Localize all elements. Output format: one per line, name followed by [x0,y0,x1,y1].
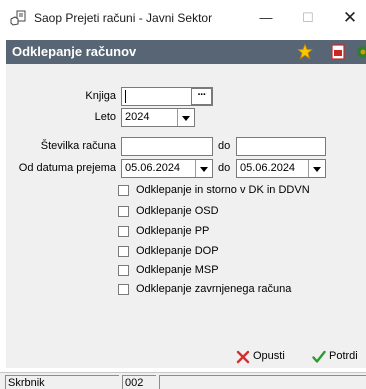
datum-do-label: do [218,162,231,174]
knjiga-input[interactable]: ··· [121,87,213,106]
cancel-label: Opusti [253,350,285,362]
x-icon [236,350,250,364]
ok-label: Potrdi [329,350,358,362]
chevron-down-icon[interactable] [308,160,325,177]
chevron-down-icon[interactable] [177,109,194,126]
status-bar: Skrbnik 002 [0,372,366,389]
checkbox-box[interactable] [118,246,129,257]
window-title: Saop Prejeti računi - Javni Sektor [34,11,213,25]
checkbox-label: Odklepanje zavrnjenega računa [136,283,292,295]
status-user: Skrbnik [5,375,119,389]
plugin-icon[interactable] [355,44,366,60]
status-extra [159,375,366,389]
dialog-title: Odklepanje računov [12,44,137,59]
leto-select[interactable]: 2024 [121,108,195,127]
maximize-button[interactable]: ☐ [288,4,328,32]
stevilka-label: Številka računa [40,140,116,152]
star-icon[interactable] [297,43,313,60]
text-caret [125,90,126,103]
checkbox-label: Odklepanje in storno v DK in DDVN [136,184,310,196]
knjiga-browse-button[interactable]: ··· [191,88,212,105]
stevilka-from-input[interactable] [121,137,213,156]
datum-from-select[interactable]: 05.06.2024 [121,159,213,178]
checkbox-box[interactable] [118,265,129,276]
checkbox-label: Odklepanje PP [136,225,210,237]
leto-label: Leto [94,111,116,123]
stevilka-to-input[interactable] [236,137,326,156]
checkbox-box[interactable] [118,185,129,196]
checkbox-label: Odklepanje OSD [136,205,219,217]
datum-label: Od datuma prejema [18,162,116,174]
checkbox-label: Odklepanje MSP [136,264,219,276]
checkbox-box[interactable] [118,206,129,217]
stevilka-do-label: do [218,140,231,152]
status-code: 002 [122,375,156,389]
window-titlebar[interactable]: Saop Prejeti računi - Javni Sektor — ☐ ✕ [0,0,366,36]
pdf-icon[interactable] [331,44,345,60]
checkbox-box[interactable] [118,284,129,295]
dialog-header: Odklepanje računov [6,40,366,64]
checkbox-label: Odklepanje DOP [136,245,219,257]
minimize-button[interactable]: — [246,4,286,32]
datum-to-select[interactable]: 05.06.2024 [236,159,326,178]
close-button[interactable]: ✕ [330,4,366,32]
checkbox-box[interactable] [118,226,129,237]
knjiga-label: Knjiga [85,90,116,102]
chevron-down-icon[interactable] [195,160,212,177]
hand-document-icon [10,10,26,26]
checkmark-icon [312,350,326,363]
